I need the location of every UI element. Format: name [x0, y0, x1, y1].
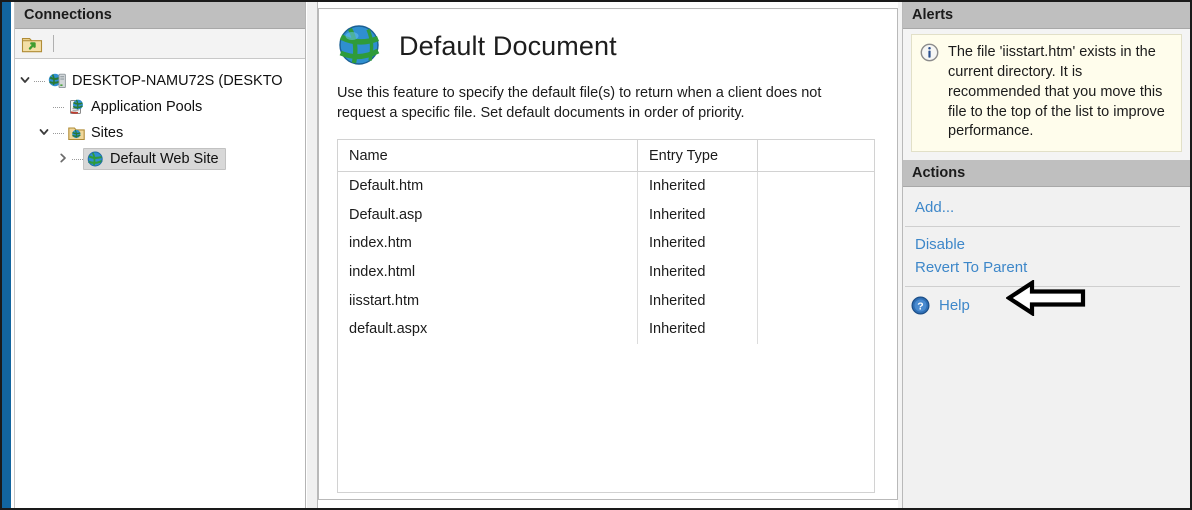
tree-item-sites-label: Sites [91, 125, 124, 141]
table-row[interactable]: Default.htm Inherited [338, 172, 874, 201]
action-group: Add... [903, 190, 1190, 226]
cell-name: Default.htm [338, 172, 638, 201]
cell-entry-type: Inherited [638, 200, 758, 230]
cell-blank [758, 172, 874, 201]
column-header-name[interactable]: Name [338, 140, 638, 171]
table-row[interactable]: default.aspx Inherited [338, 314, 874, 344]
cell-blank [758, 258, 874, 287]
action-disable-button[interactable]: Disable [903, 233, 1190, 256]
cell-entry-type: Inherited [638, 257, 758, 287]
tree-connector [34, 81, 45, 82]
action-revert-to-parent-label: Revert To Parent [915, 259, 1028, 277]
cell-name: Default.asp [338, 200, 638, 230]
page-description: Use this feature to specify the default … [337, 85, 822, 121]
tree-item-server-label: DESKTOP-NAMU72S (DESKTO [72, 73, 283, 89]
tree-connector [53, 107, 64, 108]
globe-icon [337, 23, 383, 69]
sites-folder-icon [67, 124, 86, 142]
actions-list: Add... Disable Revert To Parent ? Help [903, 187, 1190, 508]
connections-pane: Connections DESKTOP-NAMU72S (DESKTO Appl… [15, 2, 306, 508]
action-disable-label: Disable [915, 236, 966, 254]
tree-item-default-web-site[interactable]: Default Web Site [15, 146, 305, 172]
cell-blank [758, 229, 874, 258]
action-help-button[interactable]: ? Help [903, 293, 1190, 318]
cell-entry-type: Inherited [638, 229, 758, 258]
alert-item: The file 'iisstart.htm' exists in the cu… [911, 34, 1182, 153]
page-title-row: Default Document [337, 23, 875, 69]
connect-to-folder-icon[interactable] [21, 34, 43, 54]
chevron-down-icon[interactable] [15, 74, 34, 88]
tree-item-server[interactable]: DESKTOP-NAMU72S (DESKTO [15, 68, 305, 94]
action-group: ? Help [903, 287, 1190, 325]
cell-name: iisstart.htm [338, 286, 638, 315]
connections-tree[interactable]: DESKTOP-NAMU72S (DESKTO Application Pool… [15, 59, 305, 508]
application-pools-icon [67, 98, 86, 116]
cell-blank [758, 201, 874, 230]
default-document-grid[interactable]: Name Entry Type Default.htm Inherited De… [337, 139, 875, 493]
cell-name: index.htm [338, 229, 638, 258]
alerts-header: Alerts [903, 2, 1190, 29]
iis-manager-window: Connections DESKTOP-NAMU72S (DESKTO Appl… [0, 0, 1192, 510]
connections-toolbar [15, 29, 305, 59]
cell-blank [758, 286, 874, 315]
table-row[interactable]: iisstart.htm Inherited [338, 286, 874, 315]
right-pane: Alerts The file 'iisstart.htm' exists in… [902, 2, 1190, 508]
tree-item-application-pools[interactable]: Application Pools [15, 94, 305, 120]
page-title: Default Document [399, 30, 617, 61]
help-icon: ? [911, 296, 930, 315]
tree-item-sites[interactable]: Sites [15, 120, 305, 146]
column-header-entry-type[interactable]: Entry Type [638, 140, 758, 171]
tree-item-default-web-site-label: Default Web Site [110, 151, 219, 167]
cell-name: index.html [338, 257, 638, 287]
tree-item-application-pools-label: Application Pools [91, 99, 203, 115]
info-icon [920, 43, 939, 62]
left-accent-bar [2, 2, 11, 508]
alert-message: The file 'iisstart.htm' exists in the cu… [948, 44, 1165, 140]
cell-entry-type: Inherited [638, 314, 758, 344]
server-globe-icon [48, 72, 67, 90]
column-header-blank[interactable] [758, 140, 874, 171]
cell-entry-type: Inherited [638, 172, 758, 201]
web-site-globe-icon [86, 150, 105, 168]
action-add-label: Add... [915, 199, 955, 217]
tree-connector [53, 133, 64, 134]
cell-blank [758, 315, 874, 344]
main-content-pane: Default Document Use this feature to spe… [318, 8, 898, 500]
action-revert-to-parent-button[interactable]: Revert To Parent [903, 256, 1190, 279]
grid-header-row: Name Entry Type [338, 140, 874, 172]
action-group: Disable Revert To Parent [903, 227, 1190, 286]
tree-connector [72, 159, 83, 160]
left-splitter[interactable] [306, 2, 318, 508]
actions-header: Actions [903, 160, 1190, 188]
table-row[interactable]: Default.asp Inherited [338, 200, 874, 230]
chevron-down-icon[interactable] [34, 126, 53, 140]
grid-body: Default.htm Inherited Default.asp Inheri… [338, 172, 874, 492]
cell-entry-type: Inherited [638, 286, 758, 315]
table-row[interactable]: index.htm Inherited [338, 229, 874, 258]
action-add-button[interactable]: Add... [903, 196, 1190, 219]
toolbar-separator [53, 35, 54, 52]
svg-text:?: ? [917, 301, 923, 313]
action-help-label: Help [939, 297, 970, 315]
table-row[interactable]: index.html Inherited [338, 257, 874, 287]
chevron-right-icon[interactable] [53, 152, 72, 166]
cell-name: default.aspx [338, 314, 638, 344]
connections-header: Connections [15, 2, 305, 29]
